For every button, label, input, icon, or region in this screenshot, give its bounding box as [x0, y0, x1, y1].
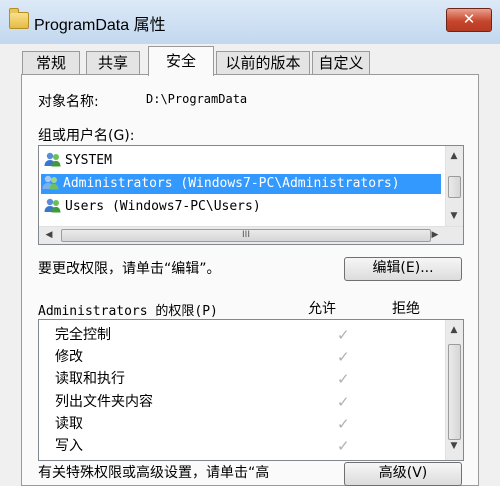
scroll-up-arrow-icon[interactable]: ▲ — [446, 148, 462, 164]
group-list-hscrollbar[interactable]: ◀ III ▶ — [39, 226, 463, 244]
permissions-label: Administrators 的权限(P) — [38, 304, 218, 319]
vscroll-thumb[interactable] — [448, 344, 461, 440]
tab-previous-versions[interactable]: 以前的版本 — [216, 51, 310, 75]
permissions-list: 完全控制 ✓ 修改 ✓ 读取和执行 ✓ 列出文件夹内容 ✓ 读取 ✓ 写入 ✓ … — [38, 319, 464, 461]
object-name-label: 对象名称: — [38, 94, 99, 110]
permission-name: 列出文件夹内容 — [55, 394, 153, 410]
group-list-vscrollbar[interactable]: ▲ ▼ — [445, 146, 463, 226]
vscroll-thumb[interactable] — [448, 176, 461, 198]
scroll-right-arrow-icon[interactable]: ▶ — [427, 227, 443, 243]
object-name-value: D:\ProgramData — [146, 92, 248, 106]
hscroll-thumb[interactable]: III — [61, 229, 431, 242]
allow-column-header: 允许 — [308, 301, 336, 317]
folder-icon — [9, 8, 29, 29]
allow-check-icon: ✓ — [337, 437, 350, 455]
list-item-administrators[interactable]: Administrators (Windows7-PC\Administrato… — [41, 174, 441, 194]
tab-customize[interactable]: 自定义 — [312, 51, 370, 75]
list-item-label: Users (Windows7-PC\Users) — [65, 199, 261, 214]
advanced-button[interactable]: 高级(V) — [344, 462, 462, 486]
edit-hint: 要更改权限，请单击“编辑”。 — [38, 261, 221, 277]
permission-row-read: 读取 ✓ — [55, 413, 435, 435]
allow-check-icon: ✓ — [337, 326, 350, 344]
window-title: ProgramData 属性 — [34, 17, 166, 34]
tab-general[interactable]: 常规 — [22, 51, 80, 75]
allow-check-icon: ✓ — [337, 348, 350, 366]
tab-security[interactable]: 安全 — [148, 46, 214, 76]
permission-name: 读取和执行 — [55, 371, 125, 387]
user-group-icon — [42, 175, 59, 190]
permission-row-write: 写入 ✓ — [55, 435, 435, 457]
permission-row-full-control: 完全控制 ✓ — [55, 324, 435, 346]
permissions-vscrollbar[interactable]: ▲ ▼ — [445, 320, 463, 460]
title-bar: ProgramData 属性 ✕ — [0, 0, 500, 44]
group-list-label: 组或用户名(G): — [38, 128, 135, 144]
group-user-list[interactable]: SYSTEM Administrators (Windows7-PC\Admin… — [38, 145, 464, 245]
user-group-icon — [44, 198, 61, 213]
deny-column-header: 拒绝 — [392, 301, 420, 317]
scroll-down-arrow-icon[interactable]: ▼ — [446, 438, 462, 454]
list-item-system[interactable]: SYSTEM — [43, 151, 443, 171]
advanced-hint: 有关特殊权限或高级设置，请单击“高 — [38, 465, 270, 481]
scroll-left-arrow-icon[interactable]: ◀ — [41, 227, 57, 243]
scroll-down-arrow-icon[interactable]: ▼ — [446, 208, 462, 224]
permission-row-list-folder: 列出文件夹内容 ✓ — [55, 391, 435, 413]
allow-check-icon: ✓ — [337, 370, 350, 388]
permission-row-modify: 修改 ✓ — [55, 346, 435, 368]
permission-name: 读取 — [55, 416, 83, 432]
scroll-up-arrow-icon[interactable]: ▲ — [446, 322, 462, 338]
permission-row-read-execute: 读取和执行 ✓ — [55, 368, 435, 390]
tab-sharing[interactable]: 共享 — [86, 51, 140, 75]
permission-name: 修改 — [55, 349, 83, 365]
list-item-users[interactable]: Users (Windows7-PC\Users) — [43, 197, 443, 217]
close-button[interactable]: ✕ — [446, 8, 492, 32]
user-group-icon — [44, 152, 61, 167]
edit-button[interactable]: 编辑(E)... — [344, 257, 462, 281]
permission-name: 完全控制 — [55, 327, 111, 343]
allow-check-icon: ✓ — [337, 415, 350, 433]
list-item-label: SYSTEM — [65, 153, 112, 168]
allow-check-icon: ✓ — [337, 393, 350, 411]
permission-name: 写入 — [55, 438, 83, 454]
list-item-label: Administrators (Windows7-PC\Administrato… — [63, 176, 400, 191]
